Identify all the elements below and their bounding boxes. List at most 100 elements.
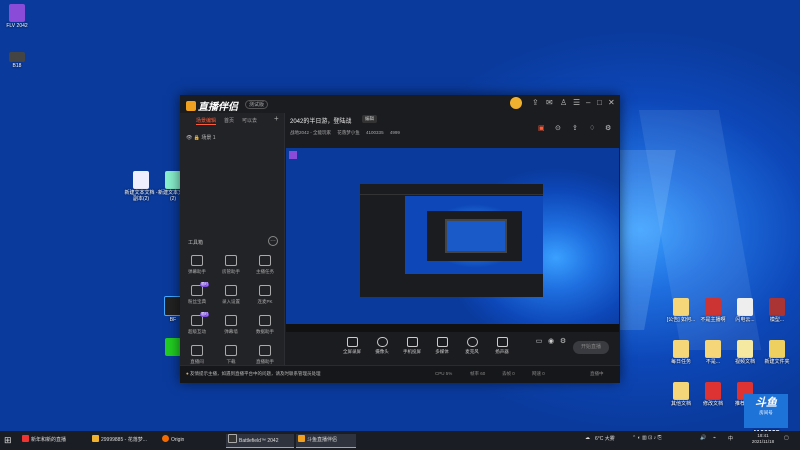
room-title[interactable]: 2042的半日游，登陆战 <box>290 116 351 125</box>
tray-icons[interactable]: ⌃ ◐ ▥ ⊡ ♪ ⎘ <box>632 435 662 441</box>
tool-fans[interactable]: 限时 粉丝宝典 <box>182 282 212 305</box>
desktop-icon-right[interactable]: [公告] 如何... <box>664 298 698 323</box>
app-icon <box>769 298 785 316</box>
maximize-icon[interactable]: □ <box>597 99 602 107</box>
desktop-icon-right[interactable]: 闪电云... <box>728 298 762 323</box>
message-icon[interactable]: ✉ <box>546 99 553 107</box>
folder-icon <box>673 340 689 358</box>
info-icon: ● <box>186 371 189 376</box>
eye-icon[interactable]: 👁 <box>186 135 192 141</box>
nested-preview <box>405 196 543 274</box>
host-name: 花落梦小鱼 <box>337 130 360 135</box>
fullscreen-capture-button[interactable]: 全屏录屏 <box>338 337 366 355</box>
lock-icon[interactable]: ⊙ <box>555 124 561 132</box>
room-category[interactable]: 战地2042 - 全能玩家 <box>290 130 331 135</box>
tool-data-helper[interactable]: 数据助手 <box>250 315 280 335</box>
phone-icon <box>406 337 418 347</box>
room-meta: 战地2042 - 全能玩家 花落梦小鱼 4100335 4999 <box>290 130 405 136</box>
speaker-button[interactable]: 扬声器 <box>488 337 516 355</box>
taskbar-item[interactable]: 29999885 - 花落梦... <box>90 434 158 447</box>
folder-icon <box>673 298 689 316</box>
tool-super-interact[interactable]: 限时 超级互动 <box>182 312 212 335</box>
cpu-stat: CPU 5% <box>435 371 453 376</box>
toolbox-title: 工具箱 <box>188 240 204 246</box>
weather-text[interactable]: 6°C 大雾 <box>595 435 615 442</box>
stream-preview[interactable] <box>286 148 619 332</box>
desktop-icon-flv[interactable]: FLV 2042 <box>0 4 34 29</box>
edit-title-button[interactable]: 编辑 <box>362 115 377 123</box>
taskbar-item[interactable]: 新年和新的直播 <box>20 434 88 447</box>
weather-icon[interactable]: ☁ <box>585 435 590 441</box>
tool-danmu-wall[interactable]: 弹幕墙 <box>216 315 246 335</box>
start-button[interactable]: ⊞ <box>4 434 12 447</box>
more-tools-icon[interactable]: … <box>268 236 278 246</box>
taskbar-item[interactable]: Origin <box>160 434 220 447</box>
tool-record-settings[interactable]: 录入设置 <box>216 285 246 305</box>
logo-icon <box>186 101 196 111</box>
tool-danmu-helper[interactable]: 弹幕助手 <box>182 255 212 275</box>
microphone-button[interactable]: 麦克风 <box>458 337 486 355</box>
notification-icon[interactable]: ▢ <box>784 435 789 441</box>
minimize-icon[interactable]: – <box>586 99 590 107</box>
preview-taskbar <box>286 324 619 332</box>
taskbar-item[interactable]: 斗鱼直播伴侣 <box>296 434 356 448</box>
douyu-logo: 斗鱼 <box>755 397 777 409</box>
settings-icon[interactable]: ⚙ <box>605 124 611 132</box>
desktop-icon-b18[interactable]: B18 <box>0 52 34 69</box>
add-scene-button[interactable]: + <box>274 114 279 123</box>
nested-title-bar <box>360 184 543 195</box>
desktop-icon-right[interactable]: 模型... <box>760 298 794 323</box>
network-icon[interactable]: ⌁ <box>713 435 716 441</box>
tool-pk[interactable]: 连麦PK <box>250 285 280 305</box>
phone-cast-button[interactable]: 手机投屏 <box>398 337 426 355</box>
version-badge[interactable]: 测试版 <box>245 100 269 109</box>
speaker-icon[interactable]: 🔊 <box>700 435 706 441</box>
multimedia-button[interactable]: 多媒体 <box>428 337 456 355</box>
desktop-icon-right[interactable]: 修改文档 <box>696 382 730 407</box>
speaker-icon <box>496 337 508 347</box>
tab-scene-edit[interactable]: 场景编辑 <box>196 117 217 125</box>
input-language[interactable]: 中 <box>728 435 733 442</box>
lock-icon[interactable]: 🔒 <box>194 135 200 141</box>
live-assistant-window: 直播伴侣 测试版 ⇪ ✉ ♙ ☰ – □ ✕ 场景编辑 首页 可以去 + 👁 🔒… <box>180 95 620 383</box>
desktop-icon-right[interactable]: 不是... <box>696 340 730 365</box>
share-icon[interactable]: ⇪ <box>572 124 578 132</box>
taskbar: ⊞ 新年和新的直播 29999885 - 花落梦... Origin Battl… <box>0 431 800 450</box>
avatar[interactable] <box>510 97 522 109</box>
share-icon[interactable]: ⇪ <box>532 99 539 107</box>
tool-room-admin[interactable]: 房管助手 <box>216 255 246 275</box>
game-icon <box>228 434 237 443</box>
tool-live-helper[interactable]: 直播助手 <box>250 345 280 365</box>
microphone-icon <box>466 337 478 347</box>
desktop-icon-right[interactable]: 不是主播啊 <box>696 298 730 323</box>
desktop-icon-right[interactable]: 每日任务 <box>664 340 698 365</box>
desktop-icon-text-doc[interactable]: 新建文本文档 - 副本(2) <box>124 171 158 202</box>
title-bar[interactable]: 直播伴侣 测试版 ⇪ ✉ ♙ ☰ – □ ✕ <box>180 95 620 113</box>
tool-download[interactable]: 下载 <box>216 345 246 365</box>
text-file-icon <box>133 171 149 189</box>
tool-live-room[interactable]: 直播间 <box>182 345 212 365</box>
notification-icon[interactable]: ♢ <box>589 124 595 132</box>
text-file-icon <box>165 171 181 189</box>
tab-more[interactable]: 可以去 <box>242 117 257 124</box>
scene-label: 场景 1 <box>201 135 216 141</box>
room-number-label: 房间号 <box>759 410 773 415</box>
desktop-icon-right[interactable]: 视频文档 <box>728 340 762 365</box>
desktop-icon-right[interactable]: 新建文件夹 <box>760 340 794 365</box>
pk-icon <box>259 285 271 296</box>
settings-icon[interactable]: ☰ <box>573 99 580 107</box>
gift-icon[interactable]: ▣ <box>538 124 545 132</box>
skin-icon[interactable]: ♙ <box>560 99 567 107</box>
close-icon[interactable]: ✕ <box>608 99 615 107</box>
tab-home[interactable]: 首页 <box>224 117 234 124</box>
user-icon <box>225 255 237 266</box>
start-live-button[interactable]: 开始直播 <box>573 341 609 354</box>
camera-button[interactable]: 摄像头 <box>368 337 396 355</box>
nested-preview-window <box>360 184 543 297</box>
clock[interactable]: 18:41 2021/11/18 <box>750 433 776 445</box>
tool-host-tasks[interactable]: 主播任务 <box>250 255 280 275</box>
scene-item[interactable]: 👁 🔒 场景 1 <box>186 134 216 141</box>
desktop-icon-right[interactable]: 其他文档 <box>664 382 698 407</box>
taskbar-item[interactable]: Battlefield™ 2042 <box>226 434 294 448</box>
monitor-icon <box>346 337 358 347</box>
